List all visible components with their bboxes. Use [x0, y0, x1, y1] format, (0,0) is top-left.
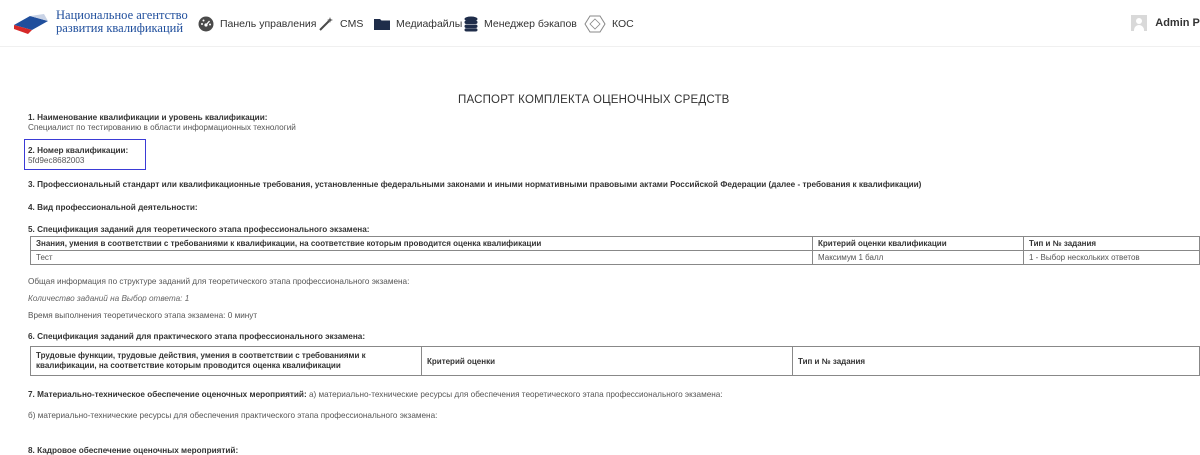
- column-header: Знания, умения в соответствии с требован…: [30, 236, 813, 251]
- magic-wand-icon: [319, 17, 333, 31]
- theoretical-task-count: Количество заданий на Выбор ответа: 1: [28, 294, 190, 303]
- column-header: Тип и № задания: [792, 346, 1200, 376]
- nav-cms[interactable]: CMS: [318, 14, 363, 34]
- table-cell: Тест: [30, 250, 813, 265]
- logo-text: Национальное агентство развития квалифик…: [56, 8, 188, 35]
- section-4-label: 4. Вид профессиональной деятельности:: [28, 203, 198, 212]
- table-header-row: Знания, умения в соответствии с требован…: [30, 236, 1200, 251]
- qualification-number-value: 5fd9ec8682003: [28, 156, 85, 165]
- theoretical-spec-table: Знания, умения в соответствии с требован…: [30, 236, 1200, 265]
- column-header: Критерий оценки квалификации: [812, 236, 1024, 251]
- avatar: [1131, 15, 1148, 31]
- table-header-row: Трудовые функции, трудовые действия, уме…: [30, 346, 1200, 376]
- nav-dashboard[interactable]: Панель управления: [198, 14, 316, 34]
- nav-media[interactable]: Медиафайлы: [374, 14, 462, 34]
- page-title: ПАСПОРТ КОМПЛЕКТА ОЦЕНОЧНЫХ СРЕДСТВ: [458, 94, 730, 106]
- theoretical-time: Время выполнения теоретического этапа эк…: [28, 311, 258, 320]
- column-header: Тип и № задания: [1023, 236, 1200, 251]
- hexagon-icon: [584, 15, 606, 33]
- column-header: Критерий оценки: [421, 346, 793, 376]
- table-cell: Максимум 1 балл: [812, 250, 1024, 265]
- section-2-label: 2. Номер квалификации:: [28, 146, 129, 155]
- table-cell: 1 - Выбор нескольких ответов: [1023, 250, 1200, 265]
- table-row: Тест Максимум 1 балл 1 - Выбор нескольки…: [30, 250, 1200, 265]
- theoretical-info: Общая информация по структуре заданий дл…: [28, 277, 410, 286]
- logo-emblem-icon: [14, 14, 48, 34]
- dashboard-icon: [198, 16, 214, 32]
- section-1-value: Специалист по тестированию в области инф…: [28, 123, 296, 132]
- section-7-b: б) материально-технические ресурсы для о…: [28, 411, 438, 420]
- section-3-label: 3. Профессиональный стандарт или квалифи…: [28, 180, 922, 189]
- nav-kos[interactable]: КОС: [584, 14, 634, 34]
- section-7-label: 7. Материально-техническое обеспечение о…: [28, 390, 723, 399]
- section-8-label: 8. Кадровое обеспечение оценочных меропр…: [28, 446, 239, 455]
- practical-spec-table: Трудовые функции, трудовые действия, уме…: [30, 346, 1200, 376]
- nav-backup-manager[interactable]: Менеджер бэкапов: [464, 14, 577, 34]
- section-6-label: 6. Спецификация заданий для практическог…: [28, 332, 366, 341]
- top-navbar: Национальное агентство развития квалифик…: [0, 0, 1200, 47]
- section-5-label: 5. Спецификация заданий для теоретическо…: [28, 225, 370, 234]
- column-header: Трудовые функции, трудовые действия, уме…: [30, 346, 422, 376]
- folder-icon: [374, 19, 390, 30]
- section-1-label: 1. Наименование квалификации и уровень к…: [28, 113, 268, 122]
- logo[interactable]: Национальное агентство развития квалифик…: [14, 8, 188, 38]
- database-icon: [464, 16, 478, 32]
- user-menu[interactable]: Admin Pe: [1131, 12, 1200, 34]
